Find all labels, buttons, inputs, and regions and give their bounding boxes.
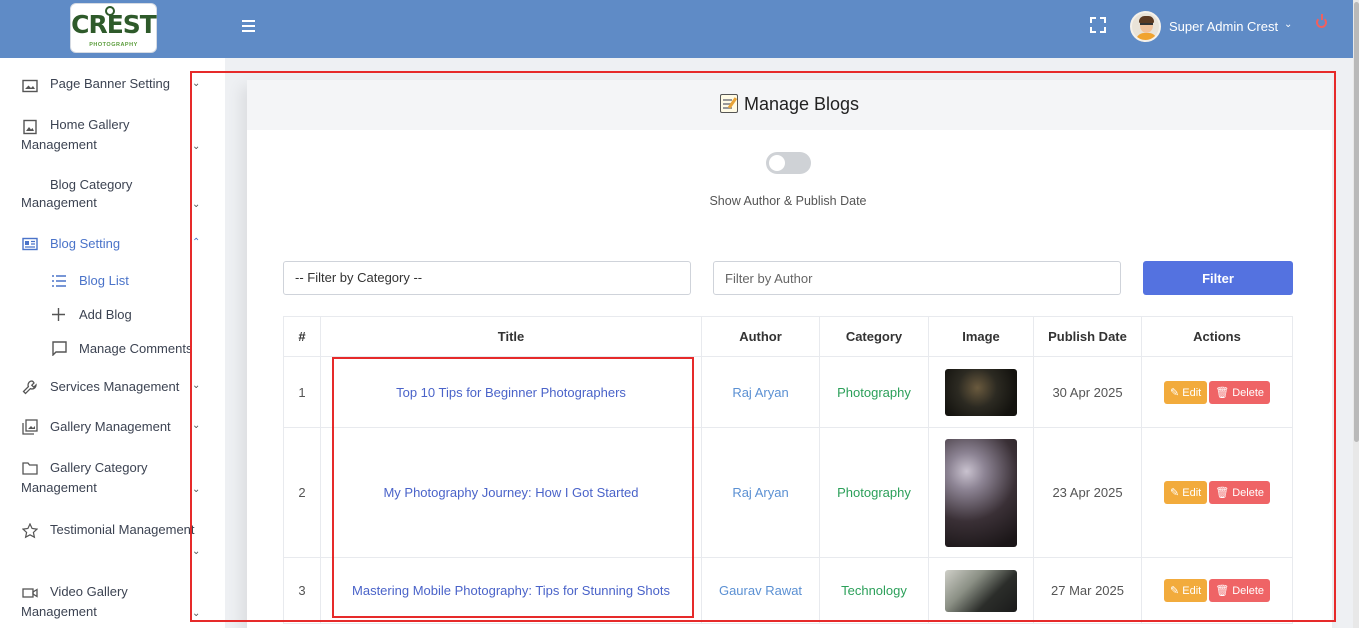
newspaper-icon [22,237,38,251]
sidebar-item-blog-list[interactable]: Blog List [79,273,129,288]
author-filter-input[interactable] [713,261,1121,295]
chevron-down-icon[interactable]: ⌄ [192,78,200,89]
logo-subtitle: PHOTOGRAPHY [89,42,138,48]
user-avatar[interactable] [1130,11,1161,42]
category-filter-select[interactable]: -- Filter by Category -- [283,261,691,295]
expand-icon[interactable] [1090,17,1106,33]
filter-button[interactable]: Filter [1143,261,1293,295]
author-link[interactable]: Raj Aryan [732,485,788,500]
sidebar-item-video-gallery[interactable]: Video Gallery [50,582,128,602]
chevron-down-icon[interactable]: ⌄ [192,608,200,619]
blog-title-link[interactable]: Top 10 Tips for Beginner Photographers [396,385,626,400]
table-row: 1 Top 10 Tips for Beginner Photographers… [283,356,1293,428]
edit-button[interactable]: ✎ Edit [1163,579,1208,602]
col-author: Author [701,316,820,357]
sidebar: Page Banner Setting ⌄ Home Gallery Manag… [0,58,225,628]
sidebar-item-testimonial[interactable]: Testimonial Management [50,520,195,540]
sidebar-item-add-blog[interactable]: Add Blog [79,307,132,322]
logo-wordmark: CREST [71,10,157,39]
chevron-down-icon[interactable]: ⌄ [192,380,200,391]
col-title: Title [320,316,702,357]
star-icon [22,523,38,539]
edit-button[interactable]: ✎ Edit [1163,481,1208,504]
sidebar-item-video-gallery-line2[interactable]: Management [21,602,97,622]
col-number: # [283,316,321,357]
blog-thumbnail [945,569,1017,612]
chevron-down-icon[interactable]: ⌄ [192,546,200,557]
wrench-icon [22,380,37,395]
chevron-up-icon[interactable]: ⌃ [192,237,200,248]
image-frame-icon [23,119,37,135]
chevron-down-icon[interactable]: ⌄ [192,484,200,495]
blogs-table: # Title Author Category Image Publish Da… [283,316,1293,624]
hamburger-icon[interactable] [242,20,255,32]
chevron-down-icon[interactable]: ⌄ [192,420,200,431]
row-number: 1 [283,356,321,428]
user-name[interactable]: Super Admin Crest [1169,19,1278,34]
chevron-down-icon[interactable]: ⌄ [1284,19,1292,30]
show-author-date-toggle[interactable] [766,152,811,174]
memo-icon [719,94,738,113]
publish-date: 23 Apr 2025 [1033,427,1142,558]
blog-thumbnail [945,438,1017,547]
sidebar-item-gallery[interactable]: Gallery Management [50,417,171,437]
blog-thumbnail [945,368,1017,416]
card-header: Manage Blogs [247,80,1332,130]
gallery-icon [22,419,38,435]
plus-icon [52,308,65,321]
publish-date: 27 Mar 2025 [1033,557,1142,624]
delete-button[interactable]: 🗑 Delete [1209,579,1271,602]
folder-icon [22,462,38,475]
sidebar-item-blog-category-line2[interactable]: Management [21,193,97,213]
top-navbar: CREST PHOTOGRAPHY Super Admin Crest ⌄ [0,0,1359,58]
sidebar-item-manage-comments[interactable]: Manage Comments [79,341,192,356]
col-actions: Actions [1141,316,1293,357]
sidebar-item-services[interactable]: Services Management [50,377,179,397]
delete-button[interactable]: 🗑 Delete [1209,380,1271,404]
sidebar-item-home-gallery-line2[interactable]: Management [21,135,97,155]
blog-title-link[interactable]: My Photography Journey: How I Got Starte… [383,485,638,500]
comment-icon [52,341,67,356]
toggle-label: Show Author & Publish Date [709,194,867,208]
sidebar-item-gallery-category-line2[interactable]: Management [21,478,97,498]
video-icon [22,588,38,598]
category-text: Technology [841,583,907,598]
blog-title-link[interactable]: Mastering Mobile Photography: Tips for S… [352,583,670,598]
sidebar-item-blog-category[interactable]: Blog Category [50,175,132,195]
table-row: 2 My Photography Journey: How I Got Star… [283,427,1293,558]
author-link[interactable]: Raj Aryan [732,385,788,400]
author-link[interactable]: Gaurav Rawat [719,583,802,598]
col-category: Category [819,316,929,357]
sidebar-item-blog-setting[interactable]: Blog Setting [50,234,120,254]
edit-button[interactable]: ✎ Edit [1163,380,1208,404]
sidebar-item-gallery-category[interactable]: Gallery Category [50,458,148,478]
col-publish-date: Publish Date [1033,316,1142,357]
power-icon[interactable] [1316,14,1327,28]
category-text: Photography [837,485,911,500]
scrollbar-thumb[interactable] [1354,2,1359,442]
sidebar-item-page-banner[interactable]: Page Banner Setting [50,74,170,94]
row-number: 3 [283,557,321,624]
row-number: 2 [283,427,321,558]
chevron-down-icon[interactable]: ⌄ [192,141,200,152]
list-icon [52,275,66,287]
page-title-text: Manage Blogs [743,94,860,114]
table-header-row: # Title Author Category Image Publish Da… [283,316,1293,357]
table-row: 3 Mastering Mobile Photography: Tips for… [283,557,1293,624]
chevron-down-icon[interactable]: ⌄ [192,199,200,210]
sidebar-item-home-gallery[interactable]: Home Gallery [50,115,129,135]
crest-logo[interactable]: CREST PHOTOGRAPHY [70,3,157,53]
delete-button[interactable]: 🗑 Delete [1209,481,1271,504]
category-text: Photography [837,384,911,400]
manage-blogs-card: Manage Blogs Show Author & Publish Date … [247,80,1332,628]
image-icon [22,79,38,93]
page-title: Manage Blogs [247,94,1332,115]
col-image: Image [928,316,1034,357]
publish-date: 30 Apr 2025 [1033,356,1142,428]
